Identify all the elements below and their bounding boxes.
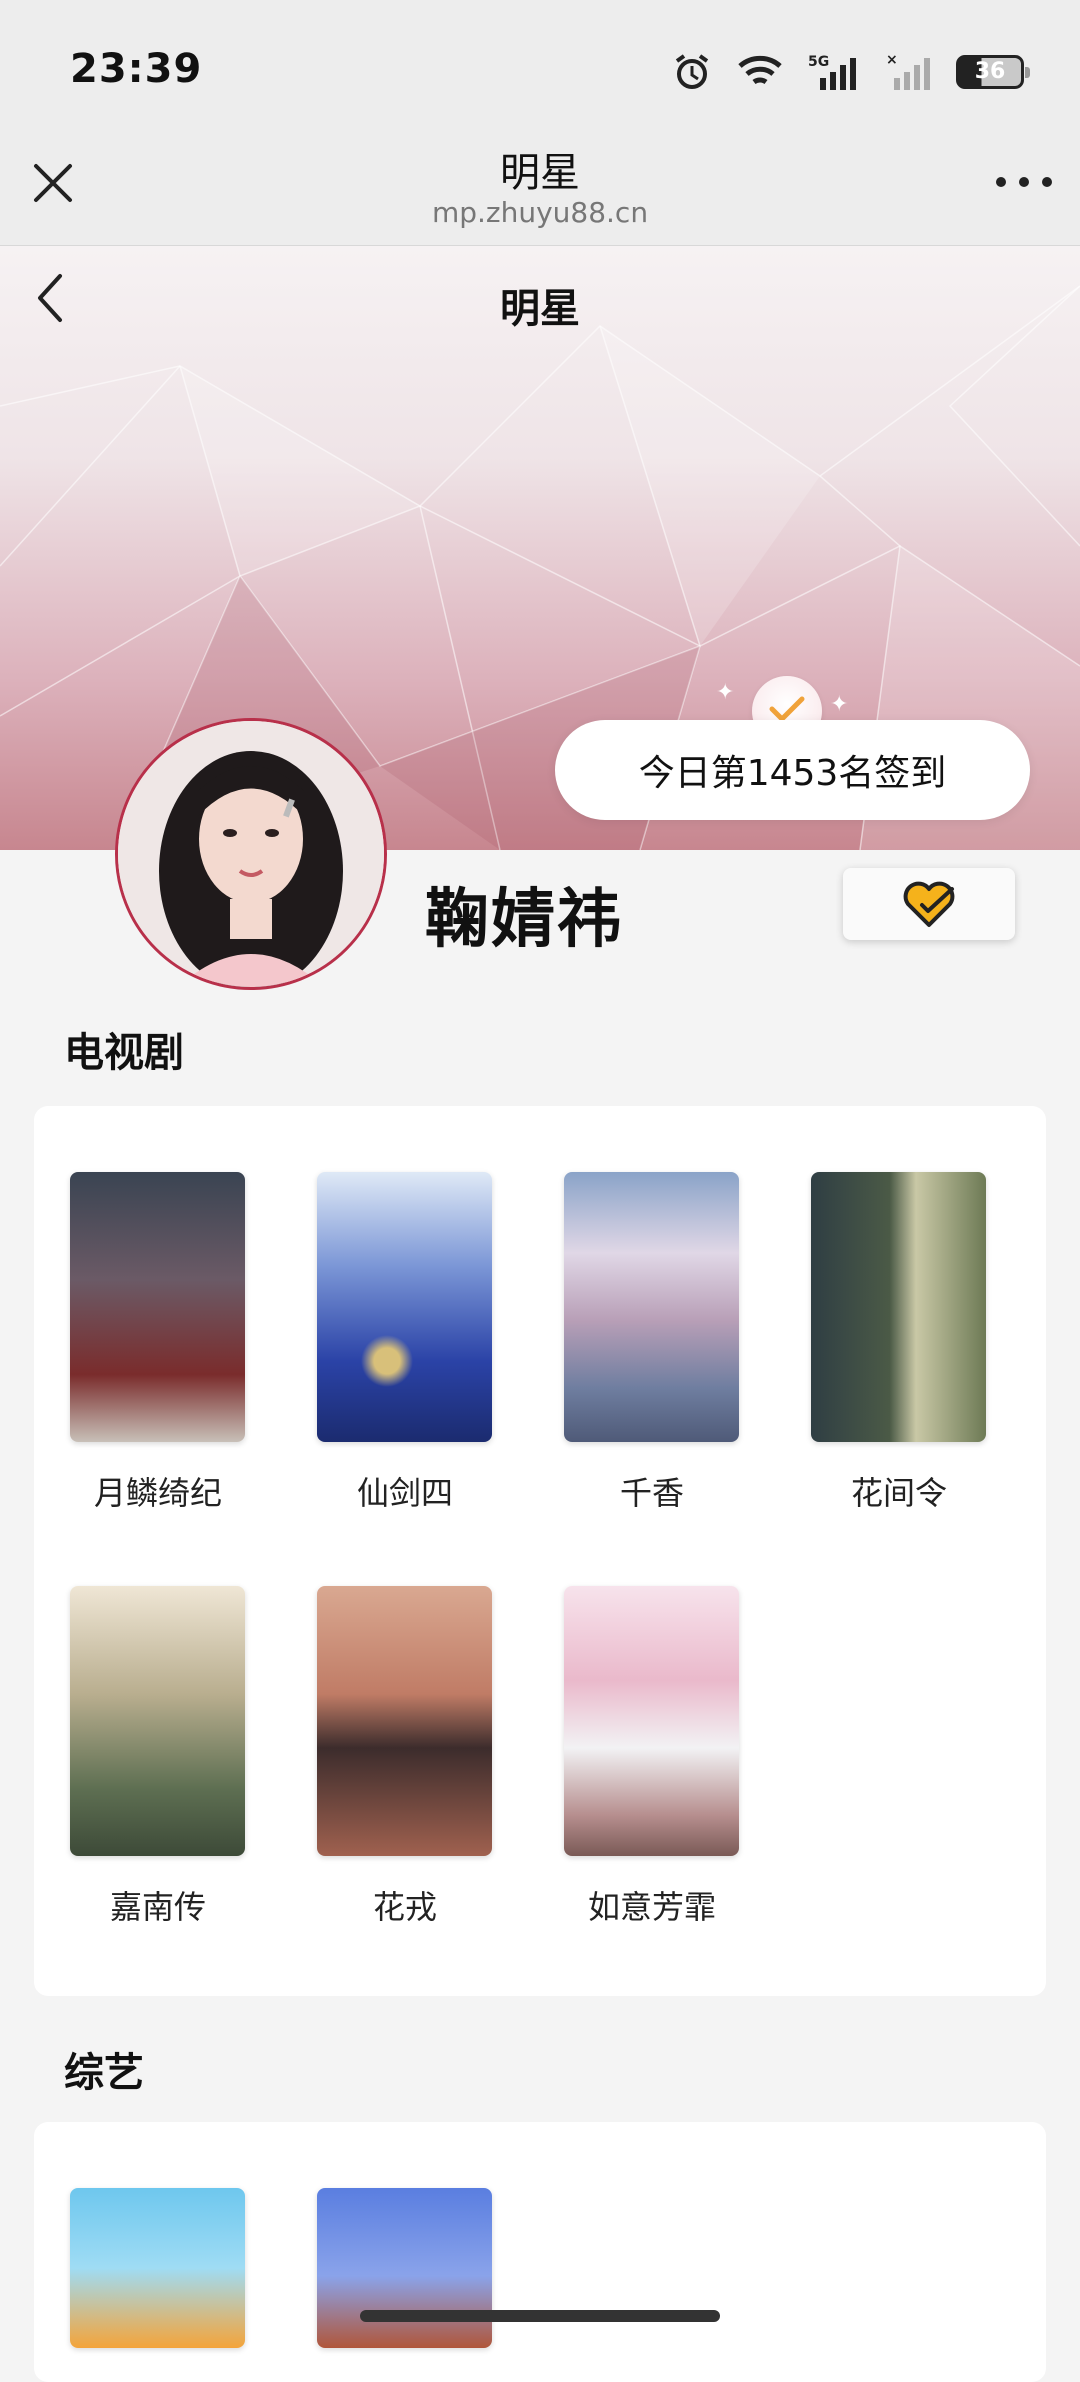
tv-title-3[interactable]: 千香	[528, 1468, 776, 1514]
signal-off-icon: ×	[886, 52, 930, 90]
browser-title: 明星	[500, 150, 580, 196]
browser-bar: 明星 mp.zhuyu88.cn	[0, 130, 1080, 246]
poster-qianxiang[interactable]	[564, 1172, 739, 1442]
browser-url: mp.zhuyu88.cn	[431, 196, 649, 229]
poster-jianan[interactable]	[70, 1586, 245, 1856]
tv-section-title: 电视剧	[64, 1030, 184, 1076]
sparkle-icon: ✦	[716, 680, 735, 705]
status-bar: 23:39 5G × 36	[0, 0, 1080, 130]
alarm-icon	[675, 54, 709, 89]
battery-level: 36	[974, 59, 1006, 84]
tv-title-4[interactable]: 花间令	[775, 1468, 1023, 1514]
signal-5g-icon: 5G	[808, 54, 856, 90]
tv-title-6[interactable]: 花戎	[281, 1882, 529, 1928]
status-icons: 5G × 36	[672, 52, 1030, 92]
home-indicator	[360, 2310, 720, 2322]
status-time: 23:39	[70, 46, 203, 92]
svg-text:×: ×	[886, 52, 898, 68]
star-name: 鞠婧祎	[425, 883, 623, 957]
poster-ruyifangfei[interactable]	[564, 1586, 739, 1856]
wifi-icon	[738, 55, 782, 85]
poster-variety-1[interactable]	[70, 2188, 245, 2348]
tv-title-5[interactable]: 嘉南传	[34, 1882, 282, 1928]
svg-text:5G: 5G	[808, 54, 829, 70]
poster-variety-2[interactable]	[317, 2188, 492, 2348]
tv-card: 月鳞绮纪 仙剑四 千香 花间令 嘉南传 花戎 如意芳霏	[34, 1106, 1046, 1996]
poster-huarong[interactable]	[317, 1586, 492, 1856]
avatar	[115, 718, 387, 990]
heart-check-icon	[903, 881, 955, 927]
tv-title-7[interactable]: 如意芳霏	[528, 1882, 776, 1928]
tv-title-2[interactable]: 仙剑四	[281, 1468, 529, 1514]
checkin-text: 今日第1453名签到	[638, 753, 947, 794]
variety-card	[34, 2122, 1046, 2382]
follow-button[interactable]	[843, 868, 1015, 940]
sparkle-icon: ✦	[830, 692, 849, 717]
more-options-icon[interactable]	[996, 170, 1052, 194]
page-title: 明星	[500, 286, 580, 332]
battery-icon: 36	[956, 55, 1030, 89]
variety-section-title: 综艺	[64, 2050, 144, 2096]
checkin-button[interactable]: 今日第1453名签到	[555, 720, 1030, 820]
poster-huajianling[interactable]	[811, 1172, 986, 1442]
poster-xianjian4[interactable]	[317, 1172, 492, 1442]
poster-yuelin[interactable]	[70, 1172, 245, 1442]
tv-title-1[interactable]: 月鳞绮纪	[34, 1468, 282, 1514]
